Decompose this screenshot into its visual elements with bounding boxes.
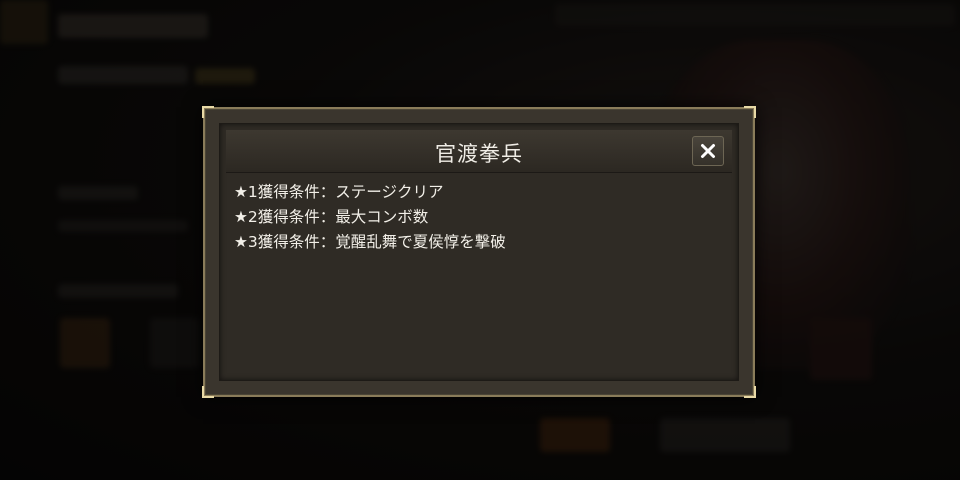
close-button[interactable] <box>692 136 724 166</box>
condition-text: ★3獲得条件：覚醒乱舞で夏侯惇を撃破 <box>234 233 506 251</box>
popup-title: 官渡拳兵 <box>435 142 523 166</box>
condition-text: ★2獲得条件：最大コンボ数 <box>234 208 429 226</box>
condition-row-1: ★1獲得条件：ステージクリア <box>234 180 724 205</box>
condition-text: ★1獲得条件：ステージクリア <box>234 183 444 201</box>
frame-corner <box>744 106 756 118</box>
popup-header: 官渡拳兵 <box>226 130 732 173</box>
condition-row-3: ★3獲得条件：覚醒乱舞で夏侯惇を撃破 <box>234 230 724 255</box>
stage-conditions-popup: 官渡拳兵 ★1獲得条件：ステージクリア ★2獲得条件：最大コンボ数 ★3獲得条件… <box>202 106 756 398</box>
condition-row-2: ★2獲得条件：最大コンボ数 <box>234 205 724 230</box>
frame-corner <box>202 386 214 398</box>
frame-corner <box>744 386 756 398</box>
frame-corner <box>202 106 214 118</box>
conditions-list: ★1獲得条件：ステージクリア ★2獲得条件：最大コンボ数 ★3獲得条件：覚醒乱舞… <box>234 180 724 255</box>
popup-panel: 官渡拳兵 ★1獲得条件：ステージクリア ★2獲得条件：最大コンボ数 ★3獲得条件… <box>219 123 739 381</box>
game-screen: 官渡拳兵 ★1獲得条件：ステージクリア ★2獲得条件：最大コンボ数 ★3獲得条件… <box>0 0 960 480</box>
close-icon <box>701 144 715 158</box>
